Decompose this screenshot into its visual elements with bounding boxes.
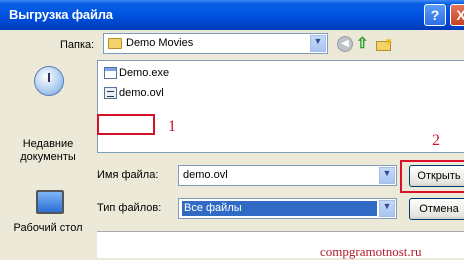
filename-value: demo.ovl (183, 169, 228, 181)
back-icon[interactable]: ◀ (337, 36, 353, 52)
close-button[interactable]: X (450, 4, 464, 26)
exe-file-icon (104, 67, 117, 79)
chevron-down-icon[interactable]: ▼ (379, 200, 395, 217)
chevron-down-icon[interactable]: ▼ (379, 167, 395, 184)
file-list[interactable]: Demo.exe demo.ovl (97, 60, 464, 153)
help-button[interactable]: ? (424, 4, 446, 26)
title-bar[interactable]: Выгрузка файла ? X (0, 0, 464, 30)
annotation-marker-2: 2 (432, 132, 440, 149)
folder-label: Папка: (60, 39, 95, 51)
place-label: Недавние (22, 138, 74, 150)
file-name: demo.ovl (119, 87, 164, 99)
open-button[interactable]: Открыть (409, 165, 464, 187)
filename-label: Имя файла: (97, 169, 159, 181)
ovl-file-icon (104, 87, 117, 99)
folder-select[interactable]: Demo Movies ▼ (103, 33, 328, 54)
annotation-marker-1: 1 (168, 118, 176, 135)
file-name: Demo.exe (119, 67, 170, 79)
place-recent-documents[interactable]: Недавние документы (0, 138, 96, 164)
folder-value: Demo Movies (126, 37, 194, 49)
folder-icon (108, 38, 122, 49)
place-label: Рабочий стол (13, 222, 83, 234)
new-folder-icon[interactable]: ✶ (376, 36, 393, 52)
desktop-icon[interactable] (36, 190, 64, 214)
window-title: Выгрузка файла (9, 7, 113, 22)
filetype-select[interactable]: Все файлы ▼ (178, 198, 397, 219)
filetype-value: Все файлы (182, 201, 377, 216)
place-desktop[interactable]: Рабочий стол (0, 222, 96, 235)
recent-documents-icon[interactable] (34, 66, 64, 96)
filename-field[interactable]: demo.ovl ▼ (178, 165, 397, 186)
annotation-box-file (97, 114, 155, 135)
up-folder-icon[interactable]: ⇧ (356, 36, 372, 52)
cancel-button[interactable]: Отмена (409, 198, 464, 220)
place-label: документы (20, 151, 76, 163)
chevron-down-icon[interactable]: ▼ (310, 35, 326, 52)
filetype-label: Тип файлов: (97, 202, 162, 214)
